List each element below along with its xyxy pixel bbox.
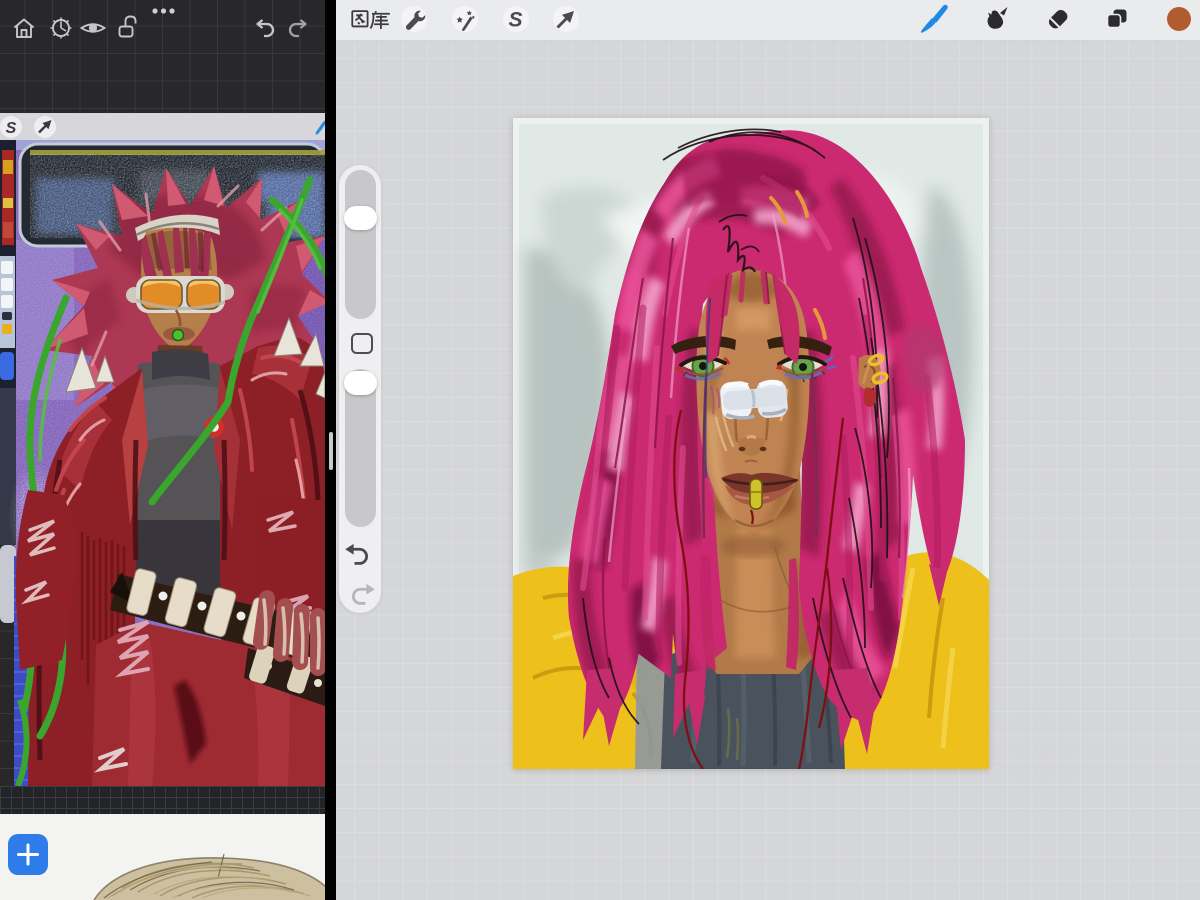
svg-text:S: S bbox=[6, 120, 17, 137]
svg-text:S: S bbox=[508, 9, 522, 32]
